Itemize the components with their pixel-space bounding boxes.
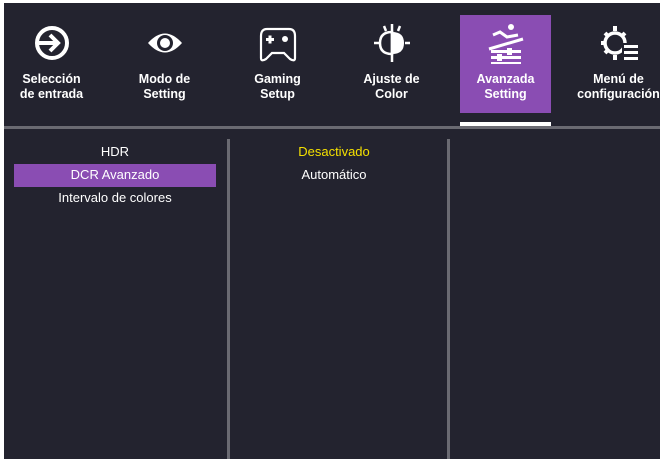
tab-gaming-setup[interactable]: Gaming Setup [232, 15, 323, 113]
monitor-osd-menu: Selección de entrada Modo de Setting Gam… [4, 3, 660, 459]
tab-label-line2: de entrada [19, 87, 84, 101]
tab-label-line1: Menú de [593, 72, 644, 86]
option-list: Desactivado Automático [234, 141, 434, 187]
tab-label-line2: configuración [577, 87, 660, 101]
option-item-auto[interactable]: Automático [234, 164, 434, 187]
submenu-list: HDR DCR Avanzado Intervalo de colores [14, 141, 216, 210]
advanced-settings-icon [460, 21, 551, 65]
menu-item-color-range[interactable]: Intervalo de colores [14, 187, 216, 210]
tab-advanced-setting[interactable]: Avanzada Setting [460, 15, 551, 113]
gamepad-icon [232, 21, 323, 65]
tab-label-line1: Gaming [254, 72, 301, 86]
value-panel [454, 141, 654, 441]
tab-label-line2: Setting [143, 87, 186, 101]
tab-label-line2: Color [375, 87, 408, 101]
color-adjust-icon [346, 21, 437, 65]
gear-menu-icon [573, 21, 660, 65]
eye-icon [119, 21, 210, 65]
horizontal-divider [4, 126, 660, 129]
tab-setup-menu[interactable]: Menú de configuración [573, 15, 660, 113]
tab-color-adjust[interactable]: Ajuste de Color [346, 15, 437, 113]
menu-item-hdr[interactable]: HDR [14, 141, 216, 164]
tab-input-selection[interactable]: Selección de entrada [6, 15, 97, 113]
column-divider-2 [447, 139, 450, 459]
tab-label-line1: Ajuste de [363, 72, 420, 86]
input-source-icon [6, 21, 97, 65]
menu-item-dcr-advanced[interactable]: DCR Avanzado [14, 164, 216, 187]
top-tab-bar: Selección de entrada Modo de Setting Gam… [4, 3, 660, 127]
tab-label-line1: Selección [22, 72, 81, 86]
tab-setting-mode[interactable]: Modo de Setting [119, 15, 210, 113]
tab-label-line2: Setting [484, 87, 527, 101]
column-divider-1 [227, 139, 230, 459]
tab-label-line1: Modo de [138, 72, 191, 86]
option-item-off[interactable]: Desactivado [234, 141, 434, 164]
tab-label-line1: Avanzada [476, 72, 535, 86]
tab-label-line2: Setup [260, 87, 295, 101]
